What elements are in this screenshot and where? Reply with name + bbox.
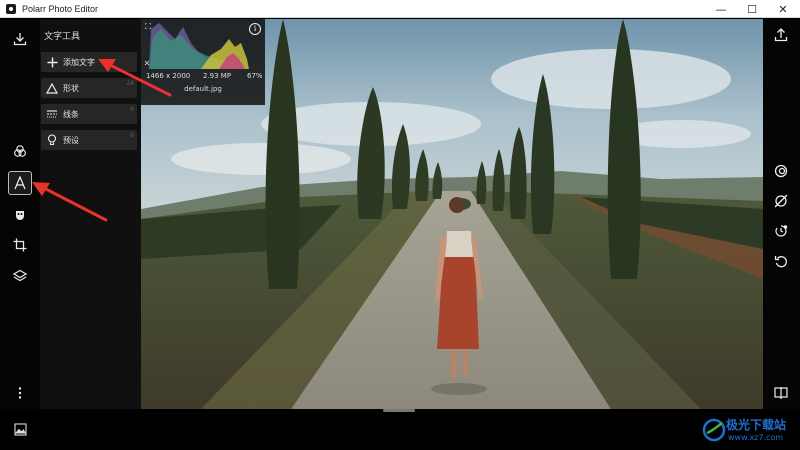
crop-button[interactable]: [8, 233, 32, 257]
window-title: Polarr Photo Editor: [22, 3, 99, 14]
presets-count: 9: [130, 132, 134, 139]
zoom-level: 67%: [247, 72, 263, 80]
file-name: default.jpg: [184, 85, 222, 93]
face-icon: [16, 211, 24, 220]
close-icon: ✕: [778, 2, 788, 16]
compare-icon: [774, 387, 788, 399]
close-button[interactable]: ✕: [766, 0, 800, 18]
title-bar: Polarr Photo Editor — ☐ ✕: [0, 0, 800, 18]
plus-icon: [41, 57, 63, 68]
app-window: Polarr Photo Editor — ☐ ✕ 文字工具 添加文字 形状 2…: [0, 0, 800, 450]
watermark: 极光下载站 www.xz7.com: [700, 414, 800, 450]
info-icon[interactable]: i: [249, 23, 261, 35]
watermark-logo-icon: [702, 418, 726, 442]
histogram-overlay: i 1466 x 2000 2.93 MP 67% default.jpg: [141, 19, 265, 105]
presets-button[interactable]: 预设 9: [41, 130, 137, 150]
maximize-icon: ☐: [747, 2, 757, 16]
text-tool-icon: [14, 176, 26, 190]
filters-button[interactable]: [8, 139, 32, 163]
add-text-button[interactable]: 添加文字: [41, 52, 137, 72]
lines-count: 6: [130, 106, 134, 113]
timer-icon: [775, 225, 788, 237]
image-icon: [13, 422, 27, 436]
image-dimensions: 1466 x 2000: [146, 72, 191, 80]
filters-icon: [14, 145, 27, 157]
layers-button[interactable]: [8, 264, 32, 288]
export-button[interactable]: [771, 25, 791, 45]
no-effect-icon: [774, 194, 788, 208]
face-button[interactable]: [8, 203, 32, 227]
undo-button[interactable]: [771, 251, 791, 271]
crop-icon: [13, 238, 27, 252]
panel-title: 文字工具: [44, 32, 81, 42]
bulb-icon: [41, 134, 63, 146]
gallery-button[interactable]: [11, 420, 29, 438]
minimize-icon: —: [715, 2, 727, 16]
no-effect-button[interactable]: [771, 191, 791, 211]
image-megapixels: 2.93 MP: [203, 72, 232, 80]
layers-icon: [13, 269, 27, 282]
histogram-graph: [144, 23, 249, 69]
lines-button[interactable]: 线条 6: [41, 104, 137, 124]
shapes-label: 形状: [63, 83, 79, 93]
watermark-name: 极光下载站: [726, 418, 787, 432]
add-text-label: 添加文字: [63, 57, 95, 67]
more-button[interactable]: [8, 381, 32, 405]
maximize-button[interactable]: ☐: [735, 0, 769, 18]
lines-label: 线条: [63, 109, 79, 119]
bottom-bar: [0, 409, 800, 450]
export-icon: [774, 28, 788, 42]
text-tools-panel: 文字工具 添加文字 形状 24 线条 6 预设 9: [40, 19, 141, 409]
lines-icon: [41, 109, 63, 119]
compare-button[interactable]: [771, 383, 791, 403]
shapes-button[interactable]: 形状 24: [41, 78, 137, 98]
timer-button[interactable]: [771, 221, 791, 241]
left-toolbar: [0, 19, 40, 409]
overlay-icon: [774, 164, 788, 178]
text-tool-button[interactable]: [8, 171, 32, 195]
expand-icon[interactable]: [145, 23, 151, 29]
drawer-handle[interactable]: [383, 409, 415, 412]
presets-label: 预设: [63, 135, 79, 145]
right-toolbar: [763, 19, 800, 409]
undo-icon: [774, 256, 787, 268]
overlay-button[interactable]: [771, 161, 791, 181]
watermark-url: www.xz7.com: [728, 433, 784, 442]
import-button[interactable]: [8, 27, 32, 51]
more-icon: [18, 387, 22, 399]
app-icon: [6, 3, 16, 14]
import-icon: [13, 33, 27, 46]
triangle-icon: [41, 82, 63, 94]
shapes-count: 24: [126, 80, 134, 87]
minimize-button[interactable]: —: [704, 0, 738, 18]
